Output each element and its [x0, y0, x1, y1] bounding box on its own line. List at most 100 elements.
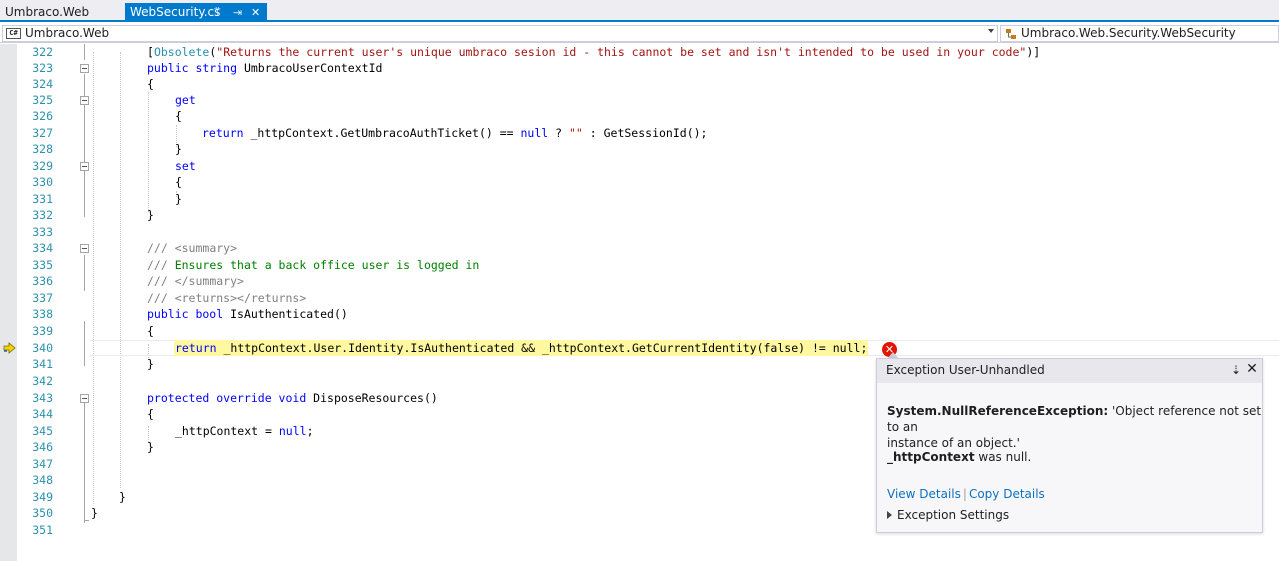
- code-text: {: [147, 407, 154, 421]
- identifier: IsAuthenticated(): [223, 307, 348, 321]
- line-number: 345: [32, 424, 53, 438]
- keyword: null: [278, 424, 307, 438]
- pin-icon[interactable]: ⇣: [1230, 362, 1242, 378]
- csharp-project-icon: C#: [6, 28, 21, 39]
- line-number: 335: [32, 258, 53, 272]
- code-text: set: [175, 159, 196, 173]
- exception-settings-toggle[interactable]: Exception Settings: [887, 507, 1009, 523]
- exception-settings-label: Exception Settings: [897, 508, 1010, 522]
- copy-details-link[interactable]: Copy Details: [969, 487, 1045, 501]
- identifier: DisposeResources(): [306, 391, 438, 405]
- keyword: return: [202, 126, 244, 140]
- line-number: 342: [32, 374, 53, 388]
- expression: : GetSessionId();: [582, 126, 708, 140]
- expression: _httpContext.GetUmbracoAuthTicket() ==: [243, 126, 521, 140]
- document-tab-strip: Umbraco.Web WebSecurity.cs ⍡ ⇥ ✕: [0, 0, 1279, 22]
- exception-message-text: instance of an object.': [887, 436, 1020, 450]
- line-number: 349: [32, 490, 53, 504]
- close-tab-icon[interactable]: ✕: [251, 3, 260, 22]
- line-number: 332: [32, 208, 53, 222]
- code-line: 334 /// <summary>: [0, 240, 1279, 256]
- code-text: public string UmbracoUserContextId: [147, 60, 382, 76]
- code-line: 330 {: [0, 174, 1279, 190]
- tab-umbraco-web[interactable]: Umbraco.Web: [0, 3, 122, 22]
- variable-name: _httpContext: [887, 450, 975, 464]
- collapse-icon[interactable]: [80, 244, 89, 253]
- keyword: protected override void: [147, 391, 307, 405]
- code-text: }: [147, 357, 154, 371]
- doc-comment-marker: ///: [147, 258, 168, 272]
- code-text: }: [147, 440, 154, 454]
- line-number: 330: [32, 175, 53, 189]
- code-editor[interactable]: 322 [Obsolete("Returns the current user'…: [0, 44, 1279, 561]
- line-number: 336: [32, 274, 53, 288]
- expression: _httpContext =: [175, 424, 279, 438]
- line-number: 341: [32, 357, 53, 371]
- code-line: 339 {: [0, 323, 1279, 339]
- tab-websecurity-cs[interactable]: WebSecurity.cs ⍡ ⇥ ✕: [125, 3, 267, 22]
- doc-comment-marker: ///: [147, 241, 168, 255]
- code-text: protected override void DisposeResources…: [147, 390, 438, 406]
- identifier: UmbracoUserContextId: [237, 61, 383, 75]
- doc-comment-tag: <returns></returns>: [167, 291, 307, 305]
- line-number: 323: [32, 61, 53, 75]
- line-number: 334: [32, 241, 53, 255]
- doc-comment-tag: </summary>: [167, 274, 244, 288]
- collapse-icon[interactable]: [80, 162, 89, 171]
- pin-tab-icon[interactable]: ⍡: [214, 3, 221, 22]
- code-line: 333: [0, 224, 1279, 240]
- line-number: 326: [32, 109, 53, 123]
- float-tab-icon[interactable]: ⇥: [233, 3, 242, 22]
- code-text: }: [175, 192, 182, 206]
- chevron-down-icon[interactable]: [988, 29, 994, 33]
- navigation-bar: C# Umbraco.Web Umbraco.Web.Security.WebS…: [0, 24, 1279, 43]
- line-number: 339: [32, 324, 53, 338]
- line-number: 350: [32, 506, 53, 520]
- line-number: 338: [32, 307, 53, 321]
- code-text: [Obsolete("Returns the current user's un…: [147, 44, 1040, 60]
- tab-label: WebSecurity.cs: [130, 5, 221, 19]
- expand-arrow-icon[interactable]: [887, 511, 892, 519]
- line-number: 343: [32, 391, 53, 405]
- close-icon[interactable]: ✕: [1245, 361, 1259, 377]
- code-text: _httpContext = null;: [175, 423, 314, 439]
- doc-comment-text: Ensures that a back office user is logge…: [167, 258, 480, 272]
- string-literal: "": [568, 126, 583, 140]
- line-number: 327: [32, 126, 53, 140]
- collapse-icon[interactable]: [80, 96, 89, 105]
- collapse-icon[interactable]: [80, 64, 89, 73]
- semicolon: ;: [306, 424, 314, 438]
- class-icon: [1006, 29, 1016, 39]
- tab-label: Umbraco.Web: [5, 5, 90, 19]
- code-text: /// <summary>: [147, 240, 237, 256]
- project-name: Umbraco.Web: [25, 26, 110, 40]
- code-text: /// <returns></returns>: [147, 290, 306, 306]
- code-text: public bool IsAuthenticated(): [147, 306, 348, 322]
- bracket: )]: [1026, 45, 1041, 59]
- exception-message: System.NullReferenceException: 'Object r…: [887, 403, 1262, 451]
- code-line: 327 return _httpContext.GetUmbracoAuthTi…: [0, 125, 1279, 141]
- code-line: 324 {: [0, 76, 1279, 92]
- code-line: 332 }: [0, 207, 1279, 223]
- bracket: [: [147, 45, 154, 59]
- line-number: 322: [32, 45, 53, 59]
- code-text: /// Ensures that a back office user is l…: [147, 257, 479, 273]
- popup-header: Exception User-Unhandled ⇣ ✕: [877, 359, 1262, 383]
- project-dropdown[interactable]: C# Umbraco.Web: [2, 25, 998, 42]
- current-statement-line: 340 return _httpContext.User.Identity.Is…: [0, 340, 1279, 356]
- doc-comment-tag: <summary>: [167, 241, 238, 255]
- code-text: {: [147, 324, 154, 338]
- type-dropdown[interactable]: Umbraco.Web.Security.WebSecurity: [1000, 25, 1279, 42]
- popup-title: Exception User-Unhandled: [886, 363, 1045, 377]
- collapse-icon[interactable]: [80, 394, 89, 403]
- code-line: 329 set: [0, 158, 1279, 174]
- code-line: 322 [Obsolete("Returns the current user'…: [0, 44, 1279, 60]
- view-details-link[interactable]: View Details: [887, 487, 961, 501]
- line-number: 346: [32, 440, 53, 454]
- line-number: 347: [32, 457, 53, 471]
- instruction-pointer-icon[interactable]: [3, 342, 17, 354]
- type-name: Umbraco.Web.Security.WebSecurity: [1021, 26, 1236, 40]
- link-separator: |: [962, 487, 967, 501]
- code-text: }: [91, 506, 98, 520]
- code-line: 323 public string UmbracoUserContextId: [0, 60, 1279, 76]
